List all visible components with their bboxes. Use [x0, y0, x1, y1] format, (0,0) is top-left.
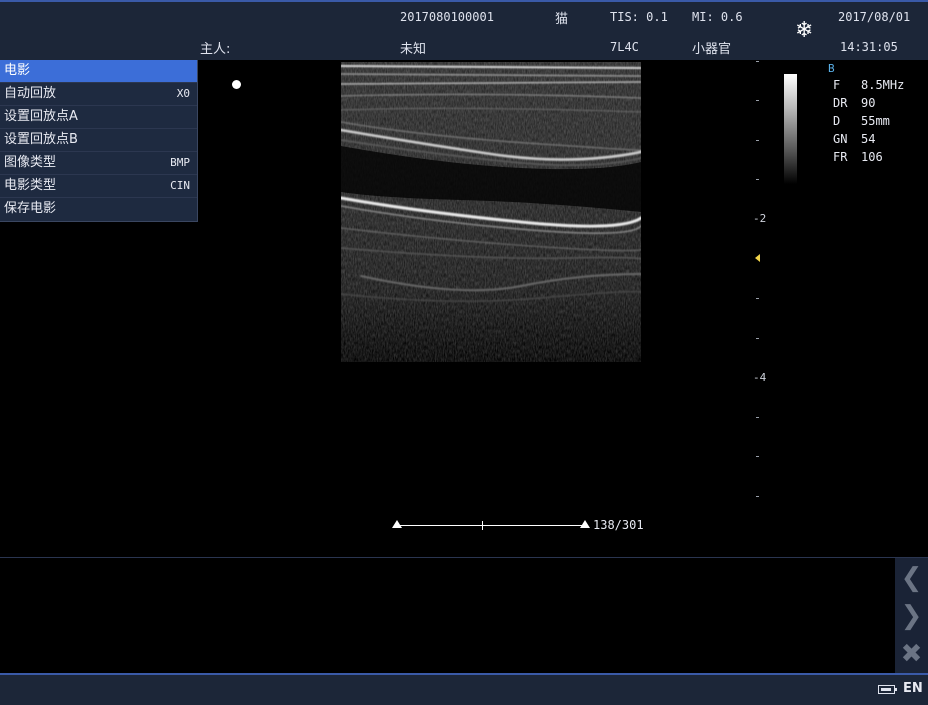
cine-track[interactable]	[398, 525, 588, 526]
cine-point-a-marker[interactable]	[392, 520, 402, 528]
menu-item-label: 电影类型	[4, 178, 57, 193]
orientation-marker	[232, 80, 241, 89]
focus-marker	[755, 254, 760, 262]
param-frequency: F 8.5MHz	[828, 78, 904, 96]
menu-item-save-cine[interactable]: 保存电影	[0, 198, 197, 221]
param-gain: GN 54	[828, 132, 904, 150]
preset-name: 小器官	[692, 42, 732, 57]
menu-item-label: 自动回放	[4, 86, 57, 101]
close-icon[interactable]: ✖	[895, 636, 928, 672]
menu-item-auto-replay[interactable]: 自动回放 X0	[0, 83, 197, 106]
param-value: 55mm	[861, 114, 890, 128]
scale-tick	[756, 417, 759, 418]
param-key: FR	[833, 150, 848, 164]
battery-icon	[878, 685, 897, 694]
snowflake-icon: ❄	[795, 18, 814, 43]
menu-title-label: 电影	[4, 63, 31, 78]
owner-value: 未知	[400, 42, 427, 57]
menu-item-image-type[interactable]: 图像类型 BMP	[0, 152, 197, 175]
scale-tick	[756, 338, 759, 339]
cine-frame-count: 138/301	[593, 518, 644, 532]
param-frame-rate: FR 106	[828, 150, 904, 168]
cine-point-b-marker[interactable]	[580, 520, 590, 528]
param-key: DR	[833, 96, 848, 110]
menu-item-cine-type[interactable]: 电影类型 CIN	[0, 175, 197, 198]
cine-playback-bar[interactable]: 138/301	[390, 518, 660, 538]
param-dynamic-range: DR 90	[828, 96, 904, 114]
exam-time: 14:31:05	[840, 40, 898, 54]
scale-tick	[756, 456, 759, 457]
footer-bar: EN	[0, 673, 928, 705]
menu-item-label: 设置回放点A	[4, 109, 78, 124]
menu-item-set-point-b[interactable]: 设置回放点B	[0, 129, 197, 152]
probe-name: 7L4C	[610, 40, 639, 54]
menu-item-label: 保存电影	[4, 201, 57, 216]
menu-item-label: 图像类型	[4, 155, 57, 170]
mode-label: B	[828, 62, 835, 75]
menu-item-value: X0	[176, 87, 190, 100]
scale-tick	[756, 496, 759, 497]
param-value: 8.5MHz	[861, 78, 905, 92]
gray-scale-bar	[784, 74, 797, 184]
scale-tick	[756, 298, 759, 299]
param-depth: D 55mm	[828, 114, 904, 132]
menu-title-cine[interactable]: 电影	[0, 60, 197, 83]
scale-tick	[756, 179, 759, 180]
language-indicator[interactable]: EN	[903, 681, 923, 696]
param-value: 54	[861, 132, 876, 146]
nav-panel: ❮ ❯ ✖	[895, 558, 928, 673]
param-key: F	[833, 78, 841, 92]
tis-value: TIS: 0.1	[610, 10, 668, 24]
param-value: 106	[861, 150, 883, 164]
scale-tick	[756, 140, 759, 141]
ultrasound-image	[341, 62, 641, 362]
chevron-right-icon[interactable]: ❯	[895, 598, 928, 634]
menu-item-label: 设置回放点B	[4, 132, 78, 147]
owner-label: 主人:	[200, 42, 231, 57]
param-key: GN	[833, 132, 848, 146]
menu-item-value: BMP	[170, 156, 190, 169]
cine-menu: 电影 自动回放 X0 设置回放点A 设置回放点B 图像类型 BMP 电影类型 C…	[0, 60, 198, 222]
chevron-left-icon[interactable]: ❮	[895, 560, 928, 596]
menu-item-set-point-a[interactable]: 设置回放点A	[0, 106, 197, 129]
top-header-bar: 2017080100001 猫 TIS: 0.1 MI: 0.6 2017/08…	[0, 0, 928, 60]
depth-label-4: -4	[753, 371, 767, 384]
exam-date: 2017/08/01	[838, 10, 911, 24]
scale-tick	[756, 100, 759, 101]
depth-label-2: -2	[753, 212, 767, 225]
mi-value: MI: 0.6	[692, 10, 743, 24]
imaging-parameters: B F 8.5MHz DR 90 D 55mm GN 54 FR 106	[828, 62, 904, 168]
param-key: D	[833, 114, 841, 128]
bottom-divider	[0, 557, 928, 558]
scale-tick	[756, 61, 759, 62]
param-value: 90	[861, 96, 876, 110]
species: 猫	[555, 12, 569, 27]
menu-item-value: CIN	[170, 179, 190, 192]
cine-cursor[interactable]	[482, 521, 483, 530]
patient-id: 2017080100001	[400, 10, 494, 24]
